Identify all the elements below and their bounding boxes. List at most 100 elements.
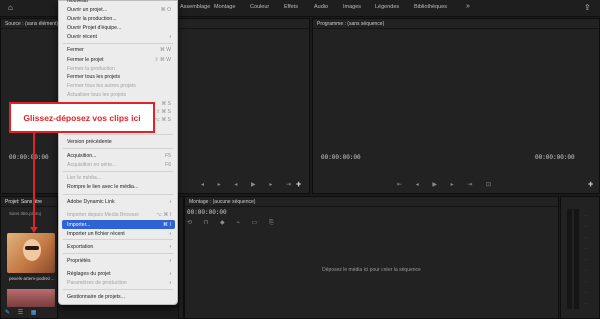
- timeline-timecode: 00:00:00:00: [187, 209, 227, 216]
- menu-item-shortcut: ⌘ I: [162, 221, 171, 228]
- menu-item-shortcut: F5: [165, 153, 171, 159]
- workspace-tab-montage[interactable]: Montage: [214, 4, 235, 10]
- audio-meter-right: [574, 209, 579, 309]
- program-monitor-panel: Programme : (sans séquence) 00:00:00:00 …: [312, 18, 600, 194]
- program-monitor-title: Programme : (sans séquence): [313, 19, 599, 29]
- face-shape: [23, 239, 41, 261]
- submenu-arrow-icon: ›: [169, 199, 171, 205]
- timeline-title: Montage : (aucune séquence): [185, 197, 558, 207]
- menu-item: Actualiser tous les projets: [67, 92, 171, 98]
- menu-item[interactable]: Ouvrir un projet... ⌘ O: [67, 7, 171, 13]
- source-timecode: 00:00:00:00: [9, 154, 49, 161]
- workspace-tab-effets[interactable]: Effets: [284, 4, 298, 10]
- menu-separator: [63, 289, 173, 290]
- menu-item-label: Fermer le projet: [67, 57, 104, 63]
- menu-item[interactable]: Acquisition... F5: [67, 153, 171, 159]
- menu-item-label: Nouveau: [67, 0, 88, 4]
- menu-item-shortcut: ⌘ S: [161, 101, 171, 107]
- menu-item-shortcut: ⌘ W: [159, 47, 171, 53]
- menu-item[interactable]: Ouvrir la production...: [67, 16, 171, 22]
- source-transport-controls[interactable]: ◂ ▸ ◂ ▶ ▸ ⇥: [201, 181, 297, 188]
- menu-item: Lier le média...: [67, 175, 171, 181]
- menu-item-label: Actualiser tous les projets: [67, 92, 127, 98]
- menu-item[interactable]: Rompre le lien avec le média...: [67, 184, 171, 190]
- workspace-tab-assemblage[interactable]: Assemblage: [180, 4, 210, 10]
- program-transport-controls[interactable]: ⇤ ◂ ▶ ▸ ⇥ ⊡: [397, 181, 497, 188]
- menu-item[interactable]: Ouvrir Projet d'équipe...: [67, 25, 171, 31]
- menu-separator: [63, 253, 173, 254]
- timeline-tools[interactable]: ⟲ ⊓ ◆ ⌁ ▭ ⎘: [187, 219, 279, 227]
- submenu-arrow-icon: ›: [169, 280, 171, 286]
- menu-item[interactable]: Fermer ⌘ W: [67, 47, 171, 53]
- source-add-button[interactable]: +: [296, 179, 301, 189]
- menu-item-label: Adobe Dynamic Link: [67, 199, 115, 205]
- menu-item-shortcut: ⇧ ⌘ S: [155, 109, 171, 115]
- program-add-button[interactable]: +: [588, 179, 593, 189]
- menu-item[interactable]: Version précédente: [67, 139, 171, 145]
- workspace-tab-couleur[interactable]: Couleur: [250, 4, 269, 10]
- menu-item[interactable]: Fermer tous les projets: [67, 74, 171, 80]
- menu-item[interactable]: Fermer le projet ⇧ ⌘ W: [67, 57, 171, 63]
- clip-thumbnail-2[interactable]: [7, 289, 55, 307]
- menu-separator: [63, 239, 173, 240]
- audio-meter-scale: ---------: [585, 212, 587, 305]
- menu-item[interactable]: Gestionnaire de projets...: [67, 294, 171, 300]
- clip-label: pexels-artem-podrez…: [9, 276, 55, 281]
- audio-meter-panel: ---------: [560, 196, 600, 319]
- callout-box: Glissez-déposez vos clips ici: [9, 102, 155, 133]
- menu-item-label: Importer depuis Media Browser: [67, 212, 140, 218]
- menu-item-importer[interactable]: Importer... ⌘ I: [62, 220, 175, 229]
- menu-item-label: Exportation: [67, 244, 94, 250]
- menu-separator: [63, 134, 173, 135]
- timeline-empty-text: Déposez le média ici pour créer la séque…: [322, 267, 421, 273]
- menu-item-label: Ouvrir Projet d'équipe...: [67, 25, 122, 31]
- menu-item-shortcut: ⌘ O: [160, 7, 171, 13]
- menu-item[interactable]: Nouveau: [67, 0, 171, 4]
- share-icon[interactable]: ⇪: [584, 3, 591, 12]
- menu-item-shortcut: ⇧ ⌘ W: [154, 57, 171, 63]
- menu-item-label: Paramètres de production: [67, 280, 127, 286]
- submenu-arrow-icon: ›: [169, 258, 171, 264]
- menu-item: Fermer tous les autres projets: [67, 83, 171, 89]
- menu-item-label: Fermer: [67, 47, 84, 53]
- menu-separator: [63, 194, 173, 195]
- project-toolbar[interactable]: ✎ ☰ ▦: [5, 309, 39, 316]
- sunglasses-shape: [25, 246, 39, 250]
- menu-item: Fermer la production: [67, 66, 171, 72]
- menu-item-label: Gestionnaire de projets...: [67, 294, 125, 300]
- menu-separator: [63, 148, 173, 149]
- menu-item-label: Importer...: [67, 221, 91, 228]
- menu-item-shortcut: ⌥ ⌘ S: [154, 117, 171, 123]
- menu-item[interactable]: Propriétés ›: [67, 258, 171, 264]
- workspace-tab-legendes[interactable]: Légendes: [375, 4, 399, 10]
- menu-item-label: Fermer tous les autres projets: [67, 83, 136, 89]
- menu-item-label: Propriétés: [67, 258, 91, 264]
- project-panel: Projet: Sans titre Sans titre.prproj pex…: [0, 196, 58, 319]
- menu-item[interactable]: Importer un fichier récent ›: [67, 231, 171, 237]
- project-tab[interactable]: Projet: Sans titre: [1, 197, 57, 207]
- workspace-tab-bibliotheques[interactable]: Bibliothèques: [414, 4, 447, 10]
- menu-item: Importer depuis Media Browser ⌥ ⌘ I: [67, 212, 171, 218]
- menu-item[interactable]: Adobe Dynamic Link ›: [67, 199, 171, 205]
- menu-item-label: Fermer la production: [67, 66, 115, 72]
- menu-item[interactable]: Ouvrir récent ›: [67, 34, 171, 40]
- menu-item[interactable]: Exportation ›: [67, 244, 171, 250]
- menu-item: Acquisition en série... F6: [67, 162, 171, 168]
- callout-text: Glissez-déposez vos clips ici: [23, 113, 141, 123]
- workspace-tab-audio[interactable]: Audio: [314, 4, 328, 10]
- workspace-tab-images[interactable]: Images: [343, 4, 361, 10]
- project-file-name: Sans titre.prproj: [9, 211, 41, 216]
- home-icon[interactable]: ⌂: [8, 3, 13, 12]
- menu-item-shortcut: ⌥ ⌘ I: [156, 212, 171, 218]
- program-duration-timecode: 00:00:00:00: [535, 154, 575, 161]
- menu-item[interactable]: Réglages du projet ›: [67, 271, 171, 277]
- submenu-arrow-icon: ›: [169, 244, 171, 250]
- menu-item-label: Lier le média...: [67, 175, 102, 181]
- menu-item-label: Version précédente: [67, 139, 112, 145]
- menu-item-label: Fermer tous les projets: [67, 74, 121, 80]
- program-timecode: 00:00:00:00: [321, 154, 361, 161]
- more-workspaces-button[interactable]: »: [466, 3, 470, 10]
- file-menu: Nouveau Ouvrir un projet... ⌘ O Ouvrir la p…: [58, 0, 178, 305]
- clip-thumbnail[interactable]: [7, 233, 55, 273]
- submenu-arrow-icon: ›: [169, 231, 171, 237]
